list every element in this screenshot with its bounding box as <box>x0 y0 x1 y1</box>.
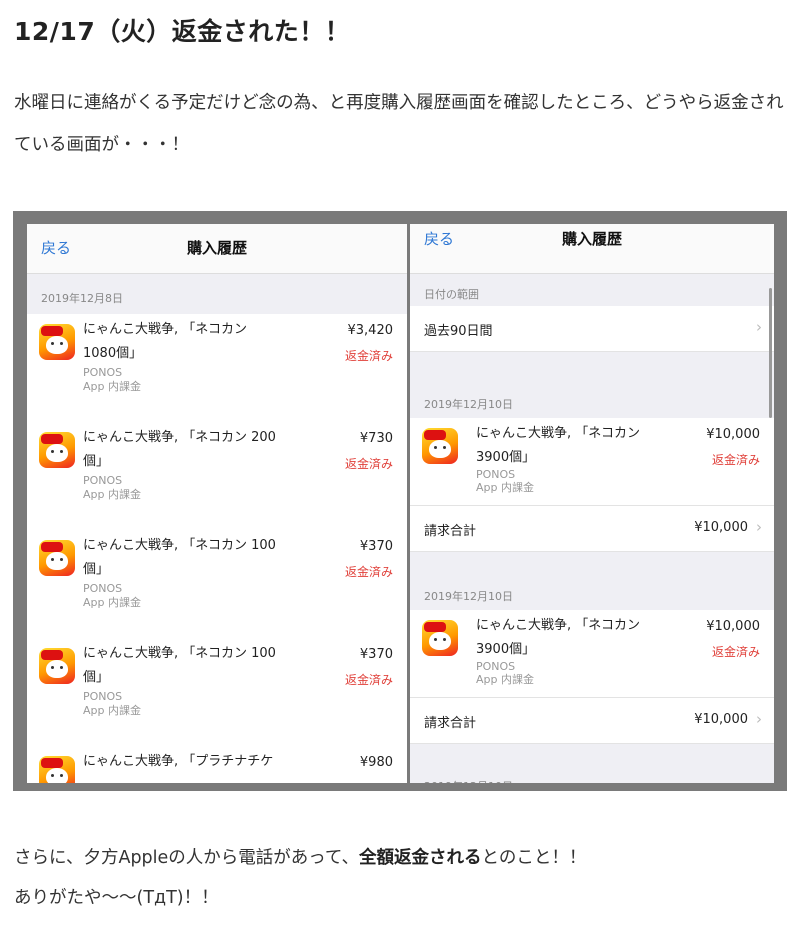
outro-bold: 全額返金される <box>359 848 482 868</box>
purchase-item[interactable]: にゃんこ大戦争, 「ネコカン 200 個」 PONOS App 内課金 ¥730… <box>27 422 407 530</box>
total-value: ¥10,000 <box>694 520 748 535</box>
item-kind: App 内課金 <box>476 673 534 686</box>
purchase-item[interactable]: にゃんこ大戦争, 「プラチナチケ ¥980 <box>27 746 407 783</box>
total-value: ¥10,000 <box>694 712 748 727</box>
left-purchase-history-screen: 戻る 購入履歴 2019年12月8日 にゃんこ大戦争, 「ネコカン 1080個」… <box>27 224 407 783</box>
item-status: 返金済み <box>344 457 393 471</box>
item-kind: App 内課金 <box>83 488 141 501</box>
date-range-row[interactable]: 過去90日間 › <box>410 306 774 352</box>
item-price: ¥3,420 <box>347 323 394 338</box>
item-developer: PONOS <box>476 660 516 673</box>
outro-text-after: とのこと！！ <box>481 848 587 868</box>
item-developer: PONOS <box>83 582 123 595</box>
range-value: 過去90日間 <box>424 324 493 339</box>
date-header: 2019年12月10日 <box>410 552 774 610</box>
item-title-line2: 個」 <box>83 562 110 577</box>
nav-title: 購入履歴 <box>561 230 622 248</box>
scrollbar[interactable] <box>769 288 772 418</box>
item-status: 返金済み <box>344 673 393 687</box>
item-price: ¥730 <box>359 431 393 446</box>
item-kind: App 内課金 <box>476 481 534 494</box>
item-kind: App 内課金 <box>83 704 141 717</box>
purchase-item[interactable]: にゃんこ大戦争, 「ネコカン 100 個」 PONOS App 内課金 ¥370… <box>27 530 407 638</box>
item-title-line1: にゃんこ大戦争, 「ネコカン <box>476 618 641 633</box>
outro-line2: ありがたや〜〜(TдT)！！ <box>14 888 219 908</box>
chevron-right-icon: › <box>756 710 762 728</box>
item-title-line2: 1080個」 <box>83 346 143 361</box>
item-kind: App 内課金 <box>83 380 141 393</box>
date-header: 2019年12月10日 <box>410 744 774 783</box>
billing-total-row[interactable]: 請求合計 ¥10,000 › <box>410 698 774 744</box>
app-icon <box>39 324 75 360</box>
item-kind: App 内課金 <box>83 596 141 609</box>
nav-title: 購入履歴 <box>186 239 247 257</box>
item-developer: PONOS <box>476 468 516 481</box>
item-price: ¥10,000 <box>706 427 760 442</box>
purchase-item[interactable]: にゃんこ大戦争, 「ネコカン 1080個」 PONOS App 内課金 ¥3,4… <box>27 314 407 422</box>
item-title-line2: 個」 <box>83 454 110 469</box>
app-icon <box>422 620 458 656</box>
item-title-line1: にゃんこ大戦争, 「ネコカン <box>83 322 248 337</box>
app-icon <box>39 756 75 783</box>
item-status: 返金済み <box>344 349 393 363</box>
item-status: 返金済み <box>344 565 393 579</box>
purchase-item[interactable]: にゃんこ大戦争, 「ネコカン 100 個」 PONOS App 内課金 ¥370… <box>27 638 407 746</box>
screenshot-collage: 戻る 購入履歴 2019年12月8日 にゃんこ大戦争, 「ネコカン 1080個」… <box>13 211 787 791</box>
chevron-right-icon: › <box>756 318 762 336</box>
item-developer: PONOS <box>83 366 123 379</box>
item-title-line2: 3900個」 <box>476 642 536 657</box>
app-icon <box>39 540 75 576</box>
item-title-line2: 3900個」 <box>476 450 536 465</box>
item-title-line2: 個」 <box>83 670 110 685</box>
purchase-item[interactable]: にゃんこ大戦争, 「ネコカン 3900個」 PONOS App 内課金 ¥10,… <box>410 610 774 698</box>
item-title-line1: にゃんこ大戦争, 「ネコカン 200 <box>83 430 276 445</box>
outro-text: さらに、夕方Appleの人から電話があって、 <box>14 848 360 868</box>
item-title-line1: にゃんこ大戦争, 「ネコカン <box>476 426 641 441</box>
item-price: ¥10,000 <box>706 619 760 634</box>
navbar: 戻る 購入履歴 <box>410 224 774 274</box>
total-label: 請求合計 <box>424 524 477 539</box>
billing-total-row[interactable]: 請求合計 ¥10,000 › <box>410 506 774 552</box>
item-status: 返金済み <box>711 453 760 467</box>
app-icon <box>39 432 75 468</box>
article-heading: 12/17（火）返金された！！ <box>14 17 351 46</box>
item-developer: PONOS <box>83 690 123 703</box>
item-title-line1: にゃんこ大戦争, 「プラチナチケ <box>83 754 274 769</box>
outro-paragraph: さらに、夕方Appleの人から電話があって、全額返金されるとのこと！！ ありがた… <box>14 838 794 918</box>
date-header: 2019年12月10日 <box>410 352 774 418</box>
intro-paragraph: 水曜日に連絡がくる予定だけど念の為、と再度購入履歴画面を確認したところ、どうやら… <box>14 93 784 155</box>
item-title-line1: にゃんこ大戦争, 「ネコカン 100 <box>83 538 276 553</box>
app-icon <box>422 428 458 464</box>
item-price: ¥370 <box>359 539 393 554</box>
total-label: 請求合計 <box>424 716 477 731</box>
right-purchase-history-screen: 戻る 購入履歴 日付の範囲 過去90日間 › 2019年12月10日 にゃんこ大… <box>410 224 774 783</box>
app-icon <box>39 648 75 684</box>
item-status: 返金済み <box>711 645 760 659</box>
range-header: 日付の範囲 <box>410 274 774 306</box>
navbar: 戻る 購入履歴 <box>27 224 407 274</box>
purchase-item[interactable]: にゃんこ大戦争, 「ネコカン 3900個」 PONOS App 内課金 ¥10,… <box>410 418 774 506</box>
date-header: 2019年12月8日 <box>27 274 407 314</box>
chevron-right-icon: › <box>756 518 762 536</box>
item-title-line1: にゃんこ大戦争, 「ネコカン 100 <box>83 646 276 661</box>
item-developer: PONOS <box>83 474 123 487</box>
item-price: ¥370 <box>359 647 393 662</box>
item-price: ¥980 <box>359 755 393 770</box>
